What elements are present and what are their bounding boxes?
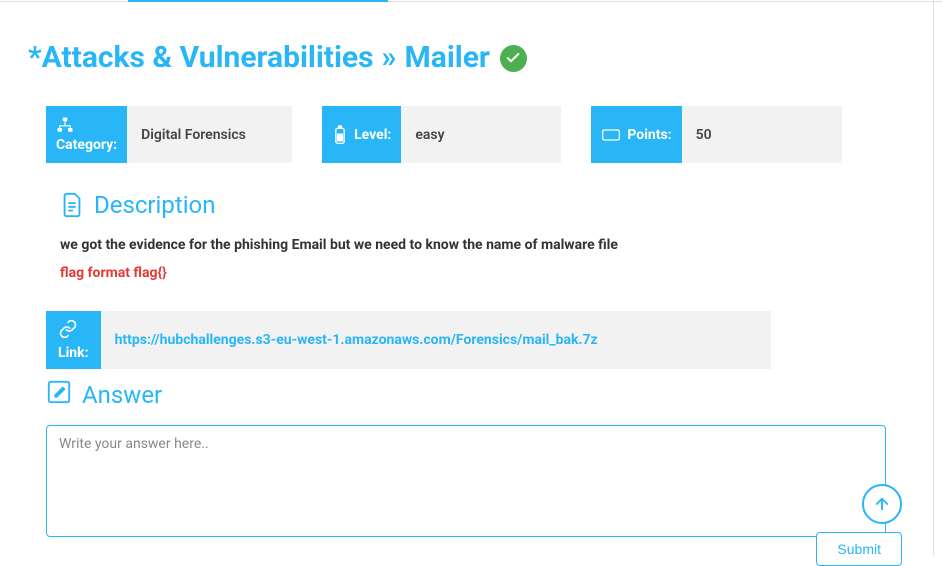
points-value: 50 <box>682 106 842 163</box>
challenge-meta-row: Category: Digital Forensics Level: easy … <box>46 106 914 163</box>
flag-format-text: flag format flag{} <box>60 265 914 281</box>
panel-right-border <box>933 0 934 556</box>
download-link[interactable]: https://hubchallenges.s3-eu-west-1.amazo… <box>115 332 598 348</box>
description-body: we got the evidence for the phishing Ema… <box>60 237 914 253</box>
answer-heading: Answer <box>46 379 914 411</box>
description-heading: Description <box>60 191 914 219</box>
active-tab-indicator <box>128 0 246 2</box>
category-label-text: Category: <box>56 137 117 153</box>
edit-icon <box>46 379 72 411</box>
level-block: Level: easy <box>322 106 561 163</box>
description-heading-text: Description <box>94 191 216 219</box>
active-tab-indicator-2 <box>246 0 388 2</box>
answer-box <box>46 425 886 541</box>
link-label-text: Link: <box>58 345 89 361</box>
link-value: https://hubchallenges.s3-eu-west-1.amazo… <box>101 311 771 369</box>
battery-icon <box>332 125 348 145</box>
breadcrumb-separator: » <box>382 40 397 76</box>
link-label: Link: <box>46 311 101 369</box>
category-block: Category: Digital Forensics <box>46 106 292 163</box>
submit-button[interactable]: Submit <box>816 532 902 566</box>
category-value: Digital Forensics <box>127 106 292 163</box>
answer-heading-text: Answer <box>82 381 162 409</box>
link-block: Link: https://hubchallenges.s3-eu-west-1… <box>46 311 914 369</box>
scroll-to-top-button[interactable] <box>862 484 902 524</box>
level-label: Level: <box>322 106 401 163</box>
sitemap-icon <box>56 116 117 134</box>
link-icon <box>58 319 89 343</box>
file-text-icon <box>60 192 84 218</box>
level-value: easy <box>401 106 561 163</box>
points-block: Points: 50 <box>591 106 841 163</box>
answer-input[interactable] <box>46 425 886 537</box>
breadcrumb-root[interactable]: *Attacks & Vulnerabilities <box>28 40 374 76</box>
tab-bar <box>0 0 942 2</box>
level-label-text: Level: <box>354 127 391 143</box>
breadcrumb-current: Mailer <box>405 40 490 76</box>
category-label: Category: <box>46 106 127 163</box>
solved-check-icon <box>500 45 527 72</box>
coins-icon <box>601 127 621 143</box>
points-label-text: Points: <box>627 127 671 143</box>
points-label: Points: <box>591 106 681 163</box>
arrow-up-icon <box>873 495 891 513</box>
page-title: *Attacks & Vulnerabilities » Mailer <box>28 40 914 76</box>
